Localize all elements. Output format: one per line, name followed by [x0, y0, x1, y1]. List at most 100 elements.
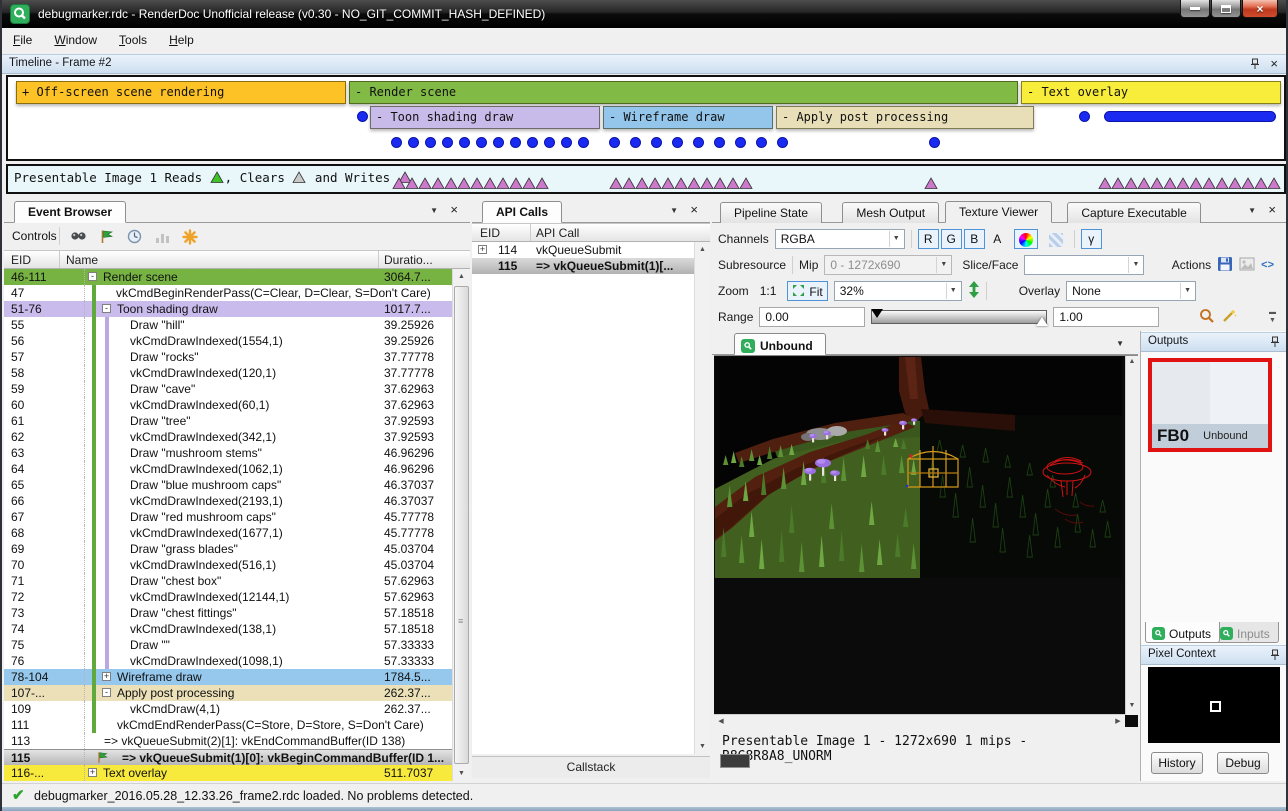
collapse-icon[interactable]: -: [102, 304, 111, 313]
tab-unbound-texture[interactable]: Unbound: [734, 333, 826, 355]
pixel-context-view[interactable]: [1148, 667, 1280, 743]
event-row[interactable]: 62vkCmdDrawIndexed(342,1)37.92593: [4, 429, 452, 445]
event-row[interactable]: 63Draw "mushroom stems"46.96296: [4, 445, 452, 461]
overlay-select[interactable]: None▼: [1066, 281, 1196, 301]
timeline-event-dot[interactable]: [714, 137, 725, 148]
tab-event-browser[interactable]: Event Browser: [14, 201, 126, 223]
zoom-fit-button[interactable]: Fit: [787, 281, 827, 301]
event-row[interactable]: 68vkCmdDrawIndexed(1677,1)45.77778: [4, 525, 452, 541]
chevron-down-icon[interactable]: ▼: [1116, 339, 1124, 348]
pin-icon[interactable]: [1250, 58, 1260, 73]
timeline-event-dot[interactable]: [1079, 111, 1090, 122]
chevron-down-icon[interactable]: ▼: [1248, 206, 1256, 215]
callstack-section[interactable]: Callstack: [472, 756, 710, 778]
scroll-down-icon[interactable]: ▼: [1126, 700, 1138, 715]
event-row[interactable]: 67Draw "red mushroom caps"45.77778: [4, 509, 452, 525]
event-row[interactable]: 75Draw ""57.33333: [4, 637, 452, 653]
timeline-event-dot[interactable]: [544, 137, 555, 148]
scroll-up-icon[interactable]: ▲: [695, 242, 710, 257]
event-row[interactable]: 70vkCmdDrawIndexed(516,1)45.03704: [4, 557, 452, 573]
channels-select[interactable]: RGBA▼: [775, 229, 905, 249]
checkerboard-button[interactable]: [1044, 229, 1068, 249]
event-row[interactable]: 58vkCmdDrawIndexed(120,1)37.77778: [4, 365, 452, 381]
channel-g-button[interactable]: G: [941, 229, 962, 249]
zoom-range-magnifier-icon[interactable]: [1199, 308, 1215, 327]
pin-icon[interactable]: [1270, 649, 1280, 664]
event-row[interactable]: 61Draw "tree"37.92593: [4, 413, 452, 429]
event-row[interactable]: 64vkCmdDrawIndexed(1062,1)46.96296: [4, 461, 452, 477]
tab-api-calls[interactable]: API Calls: [482, 201, 562, 223]
expand-icon[interactable]: +: [478, 245, 487, 254]
timeline-marker-bar[interactable]: - Apply post processing: [776, 106, 1034, 129]
timeline-condensed-events[interactable]: [1104, 111, 1276, 122]
event-row[interactable]: 66vkCmdDrawIndexed(2193,1)46.37037: [4, 493, 452, 509]
pin-icon[interactable]: [1270, 336, 1280, 351]
pixel-history-button[interactable]: History: [1151, 752, 1203, 774]
zoom-1to1-button[interactable]: 1:1: [755, 281, 782, 301]
time-draws-clock-icon[interactable]: [124, 227, 144, 246]
close-icon[interactable]: ×: [1268, 202, 1276, 217]
timeline-marker-bar[interactable]: - Toon shading draw: [370, 106, 600, 129]
maximize-button[interactable]: [1211, 0, 1241, 18]
timeline-panel[interactable]: + Off-screen scene rendering- Render sce…: [6, 75, 1286, 161]
expand-icon[interactable]: +: [102, 672, 111, 681]
event-row[interactable]: 109vkCmdDraw(4,1)262.37...: [4, 701, 452, 717]
close-button[interactable]: ×: [1242, 0, 1278, 18]
timeline-marker-bar[interactable]: + Off-screen scene rendering: [16, 81, 346, 104]
event-row[interactable]: 57Draw "rocks"37.77778: [4, 349, 452, 365]
tab-capture-executable[interactable]: Capture Executable: [1067, 202, 1200, 223]
scroll-right-icon[interactable]: ▶: [1111, 715, 1125, 727]
tab-pipeline-state[interactable]: Pipeline State: [720, 202, 822, 223]
colorwheel-button[interactable]: [1014, 229, 1038, 249]
chevron-down-icon[interactable]: ▼: [430, 206, 438, 215]
timeline-event-dot[interactable]: [578, 137, 589, 148]
event-row[interactable]: 107-...-Apply post processing262.37...: [4, 685, 452, 701]
save-texture-icon[interactable]: [1217, 256, 1233, 275]
timeline-event-dot[interactable]: [476, 137, 487, 148]
open-in-shader-code-icon[interactable]: <>: [1261, 259, 1274, 271]
collapse-icon[interactable]: -: [102, 688, 111, 697]
event-row[interactable]: 76vkCmdDrawIndexed(1098,1)57.33333: [4, 653, 452, 669]
col-api-call[interactable]: API Call: [536, 226, 579, 240]
timeline-event-dot[interactable]: [929, 137, 940, 148]
event-row[interactable]: 56vkCmdDrawIndexed(1554,1)39.25926: [4, 333, 452, 349]
scroll-up-icon[interactable]: ▲: [1126, 356, 1138, 371]
timeline-event-dot[interactable]: [391, 137, 402, 148]
chevron-down-icon[interactable]: ▼: [670, 206, 678, 215]
timeline-marker-bar[interactable]: - Wireframe draw: [603, 106, 773, 129]
event-row[interactable]: 69Draw "grass blades"45.03704: [4, 541, 452, 557]
scrollbar-thumb[interactable]: ≡: [454, 286, 469, 764]
timeline-event-dot[interactable]: [493, 137, 504, 148]
autofit-wand-icon[interactable]: [1221, 308, 1237, 327]
event-row[interactable]: 46-111-Render scene3064.7...: [4, 269, 452, 285]
close-icon[interactable]: ×: [690, 202, 698, 217]
col-eid[interactable]: EID: [11, 253, 31, 267]
tab-mesh-output[interactable]: Mesh Output: [842, 202, 939, 223]
api-calls-scrollbar[interactable]: ▲ ▼: [694, 242, 710, 754]
timeline-event-dot[interactable]: [777, 137, 788, 148]
pixel-debug-button[interactable]: Debug: [1217, 752, 1269, 774]
event-row[interactable]: 59Draw "cave"37.62963: [4, 381, 452, 397]
col-eid[interactable]: EID: [480, 226, 500, 240]
timeline-event-dot[interactable]: [442, 137, 453, 148]
range-slider[interactable]: [871, 310, 1047, 324]
timeline-event-dot[interactable]: [693, 137, 704, 148]
slice-face-select[interactable]: ▼: [1024, 255, 1144, 275]
event-browser-column-header[interactable]: EID Name Duratio...: [4, 250, 470, 269]
collapse-icon[interactable]: -: [88, 272, 97, 281]
timeline-event-dot[interactable]: [357, 111, 368, 122]
timeline-event-dot[interactable]: [630, 137, 641, 148]
channel-b-button[interactable]: B: [964, 229, 985, 249]
col-duration[interactable]: Duratio...: [384, 253, 433, 267]
timeline-close-icon[interactable]: ×: [1270, 56, 1278, 71]
menu-item-window[interactable]: Window: [43, 29, 108, 51]
timeline-event-dot[interactable]: [425, 137, 436, 148]
event-row[interactable]: 73Draw "chest fittings"57.18518: [4, 605, 452, 621]
timeline-event-dot[interactable]: [459, 137, 470, 148]
event-row[interactable]: 113=> vkQueueSubmit(2)[1]: vkEndCommandB…: [4, 733, 452, 749]
tab-outputs[interactable]: Outputs: [1145, 622, 1220, 643]
timeline-event-dot[interactable]: [609, 137, 620, 148]
timeline-event-dot[interactable]: [735, 137, 746, 148]
channel-a-button[interactable]: A: [987, 229, 1008, 249]
zoom-select[interactable]: 32%▼: [834, 281, 962, 301]
